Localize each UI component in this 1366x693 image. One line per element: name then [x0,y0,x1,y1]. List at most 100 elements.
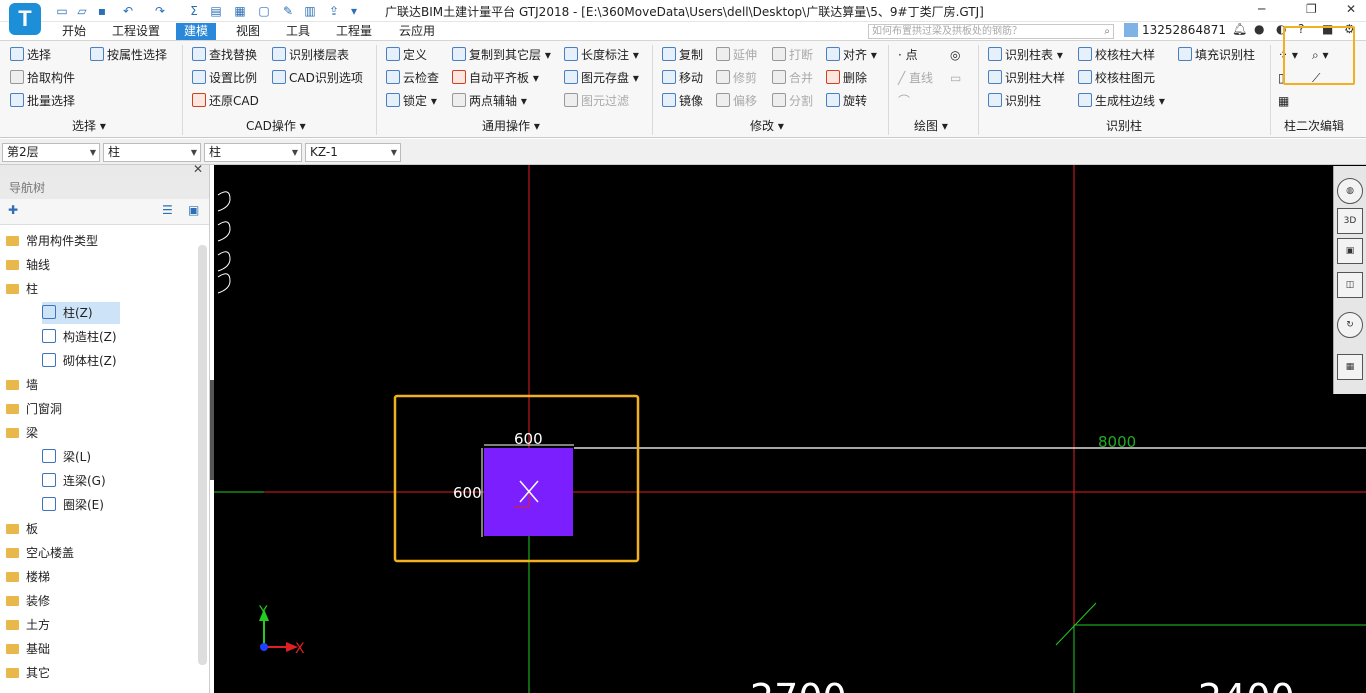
pick-component-button[interactable]: 拾取构件 [10,69,75,87]
add-icon[interactable]: ✚ [8,203,18,217]
search-input[interactable]: 如何布置拱过梁及拱板处的钢筋？ ⌕ [868,24,1114,39]
grid-icon[interactable]: ▥ [302,3,318,19]
batch-select-button[interactable]: 批量选择 [10,92,75,110]
nav-subitem[interactable]: 圈梁(E) [42,494,104,516]
nav-subitem[interactable]: 构造柱(Z) [42,326,117,348]
nav-folder[interactable]: 基础 [6,638,50,660]
username[interactable]: 13252864871 [1142,23,1226,37]
identify-column-detail-button[interactable]: 识别柱大样 [988,69,1065,87]
edit-icon[interactable]: ✎ [280,3,296,19]
group-label-cad[interactable]: CAD操作 ▾ [246,117,306,134]
cube-wire-icon[interactable]: ◫ [1337,272,1363,298]
fill-identify-column-button[interactable]: 填充识别柱 [1178,46,1255,64]
align-button[interactable]: 对齐 ▾ [826,46,877,64]
rotate-view-icon[interactable]: ↻ [1337,312,1363,338]
tab-project-settings[interactable]: 工程设置 [104,23,168,40]
export-icon[interactable]: ⇪ [326,3,342,19]
delete-button[interactable]: 删除 [826,69,867,87]
arc-icon[interactable]: ⌒ [898,92,910,110]
auto-flush-slab-button[interactable]: 自动平齐板 ▾ [452,69,539,87]
customize-icon[interactable]: ▾ [346,3,362,19]
cube-view-icon[interactable]: ▣ [1337,238,1363,264]
define-button[interactable]: 定义 [386,46,427,64]
nav-folder[interactable]: 板 [6,518,38,540]
group-label-select[interactable]: 选择 ▾ [72,117,106,134]
nav-folder[interactable]: 其它 [6,662,50,684]
redo-icon[interactable]: ↷ [152,3,168,19]
identify-column-button[interactable]: 识别柱 [988,92,1041,110]
identify-floor-table-button[interactable]: 识别楼层表 [272,46,349,64]
view-3d-button[interactable]: 3D [1337,208,1363,234]
nav-folder[interactable]: 轴线 [6,254,50,276]
nav-folder[interactable]: 装修 [6,590,50,612]
cad-options-button[interactable]: CAD识别选项 [272,69,363,87]
nav-folder[interactable]: 常用构件类型 [6,230,98,252]
save-icon[interactable]: ▪ [94,3,110,19]
nav-subitem[interactable]: 连梁(G) [42,470,106,492]
type-dropdown[interactable]: 柱 ▼ [204,143,302,162]
grid-view-icon[interactable]: ▦ [1337,354,1363,380]
group-label-common[interactable]: 通用操作 ▾ [482,117,540,134]
move-button[interactable]: 移动 [662,69,703,87]
copy-to-layer-button[interactable]: 复制到其它层 ▾ [452,46,551,64]
generate-column-edge-button[interactable]: 生成柱边线 ▾ [1078,92,1165,110]
rotate-button[interactable]: 旋转 [826,92,867,110]
nav-subitem[interactable]: 梁(L) [42,446,91,468]
split-button[interactable]: 分割 [772,92,813,110]
scrollbar[interactable] [198,245,207,665]
nav-folder[interactable]: 楼梯 [6,566,50,588]
tab-cloud[interactable]: 云应用 [391,23,443,40]
circle-icon[interactable]: ◎ [950,46,960,64]
save-element-button[interactable]: 图元存盘 ▾ [564,69,639,87]
bell-icon[interactable]: 🔔︎ [1232,22,1247,36]
identify-column-table-button[interactable]: 识别柱表 ▾ [988,46,1063,64]
check-column-element-button[interactable]: 校核柱图元 [1078,69,1155,87]
nav-folder[interactable]: 土方 [6,614,50,636]
orbit-icon[interactable]: ◍ [1337,178,1363,204]
minimize-button[interactable]: ─ [1258,2,1265,16]
nav-subitem[interactable]: 柱(Z) [42,302,120,324]
category-dropdown[interactable]: 柱 ▼ [103,143,201,162]
rectangle-icon[interactable]: ▭ [950,69,961,87]
panel-view-icon[interactable]: ▣ [188,203,199,217]
merge-button[interactable]: 合并 [772,69,813,87]
trim-button[interactable]: 修剪 [716,69,757,87]
nav-folder[interactable]: 柱 [6,278,38,300]
set-scale-button[interactable]: 设置比例 [192,69,257,87]
length-dimension-button[interactable]: 长度标注 ▾ [564,46,639,64]
line-button[interactable]: ╱ 直线 [898,69,933,87]
lock-button[interactable]: 锁定 ▾ [386,92,437,110]
floor-dropdown[interactable]: 第2层 ▼ [2,143,100,162]
avatar[interactable] [1124,23,1138,37]
group-label-modify[interactable]: 修改 ▾ [750,117,784,134]
report-icon[interactable]: ▤ [208,3,224,19]
chat-icon[interactable]: ● [1254,22,1264,36]
nav-subitem[interactable]: 砌体柱(Z) [42,350,117,372]
nav-folder[interactable]: 墙 [6,374,38,396]
tab-quantity[interactable]: 工程量 [328,23,380,40]
new-file-icon[interactable]: ▭ [54,3,70,19]
close-icon[interactable]: ✕ [193,162,203,176]
break-button[interactable]: 打断 [772,46,813,64]
offset-button[interactable]: 偏移 [716,92,757,110]
group-label-draw[interactable]: 绘图 ▾ [914,117,948,134]
open-file-icon[interactable]: ▱ [74,3,90,19]
find-replace-button[interactable]: 查找替换 [192,46,257,64]
close-button[interactable]: ✕ [1346,2,1356,16]
nav-folder[interactable]: 空心楼盖 [6,542,74,564]
drawing-canvas[interactable]: 600 600 8000 2700 2400 Y X [214,165,1366,693]
tab-start[interactable]: 开始 [54,23,94,40]
tab-modeling[interactable]: 建模 [176,23,217,40]
view-icon[interactable]: ▢ [256,3,272,19]
mirror-button[interactable]: 镜像 [662,92,703,110]
query-icon[interactable]: ▦ [232,3,248,19]
nav-folder[interactable]: 门窗洞 [6,398,62,420]
table-icon[interactable]: ▦ [1278,92,1289,110]
list-view-icon[interactable]: ☰ [162,203,173,217]
extend-button[interactable]: 延伸 [716,46,757,64]
check-column-detail-button[interactable]: 校核柱大样 [1078,46,1155,64]
restore-button[interactable]: ❐ [1306,2,1317,16]
nav-folder[interactable]: 梁 [6,422,38,444]
sum-icon[interactable]: Σ [186,3,202,19]
cloud-check-button[interactable]: 云检查 [386,69,439,87]
